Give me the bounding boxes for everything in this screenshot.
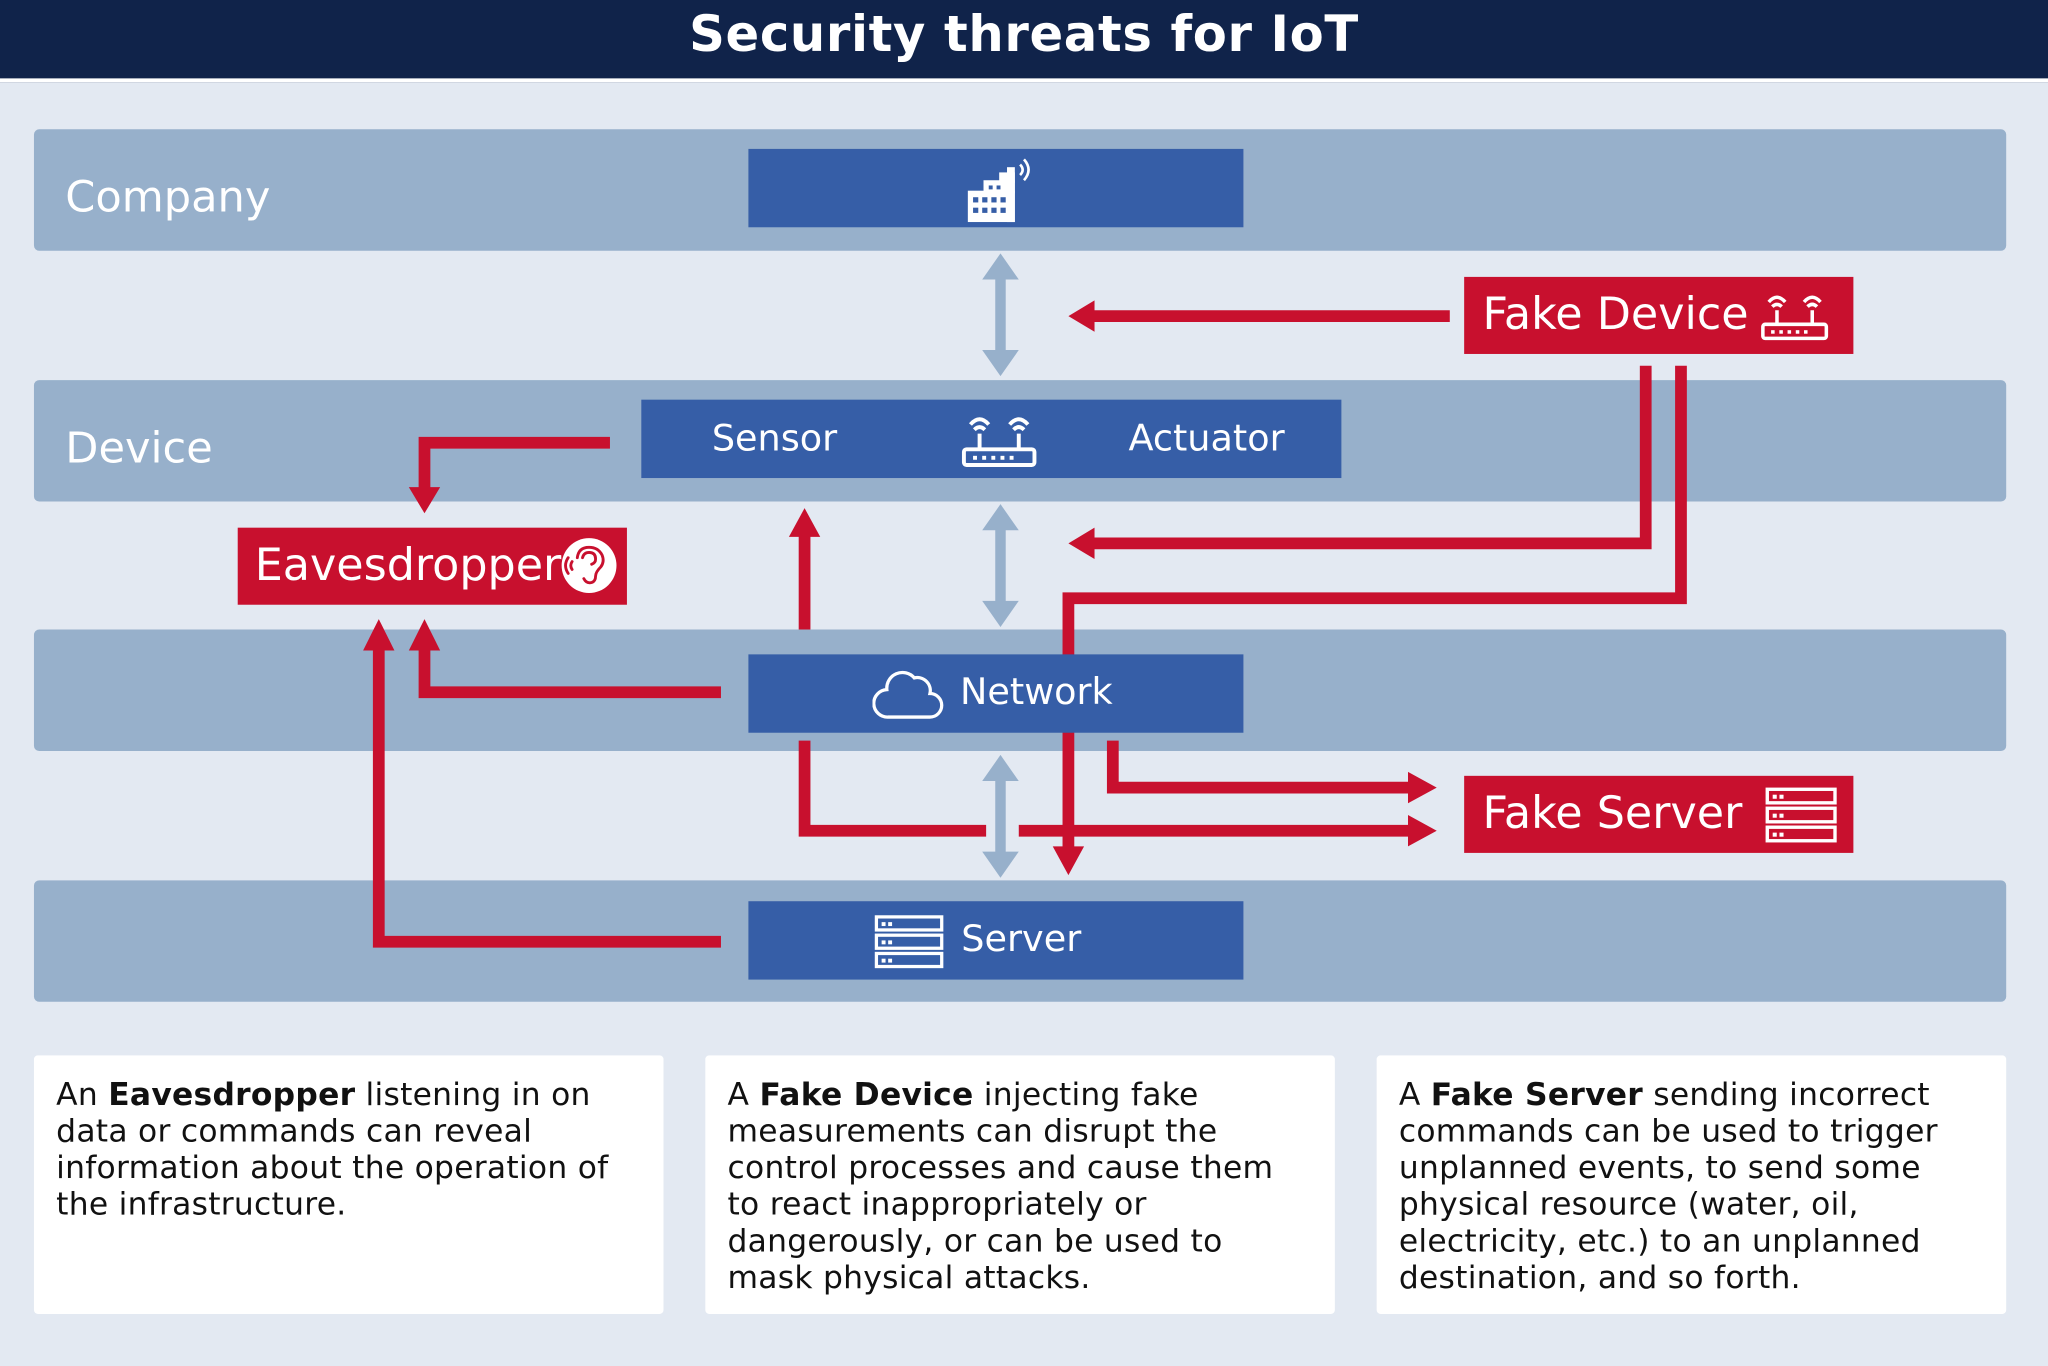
device-box: Sensor Actuator [641,399,1342,479]
fake-server-box: Fake Server [1464,775,1854,853]
cloud-icon [872,670,944,719]
server-box: Server [748,901,1244,980]
company-box [748,148,1244,228]
note-term: Fake Device [759,1076,974,1113]
fake-device-box: Fake Device [1464,276,1854,354]
eavesdropper-box: Eavesdropper [237,527,627,605]
server-icon [874,915,944,969]
note-term: Eavesdropper [108,1076,356,1113]
server-icon [1765,787,1837,843]
actuator-label: Actuator [1128,416,1285,460]
router-icon [961,417,1037,467]
server-label: Server [961,916,1082,960]
fake-server-label: Fake Server [1482,787,1743,840]
ear-icon [561,538,617,593]
note-text: A [727,1076,760,1113]
fake-device-note: A Fake Device injecting fake measurement… [705,1055,1335,1314]
network-label: Network [959,670,1113,714]
note-text: An [56,1076,109,1113]
network-box: Network [748,654,1244,733]
router-icon [1761,295,1829,341]
diagram: Security threats for IoT Company Device [0,0,2048,1366]
sensor-label: Sensor [711,416,838,460]
eavesdropper-label: Eavesdropper [254,539,562,592]
fake-device-label: Fake Device [1482,288,1749,341]
fake-server-note: A Fake Server sending incorrect commands… [1376,1055,2007,1314]
eavesdropper-note: An Eavesdropper listening in on data or … [33,1055,664,1314]
note-term: Fake Server [1430,1076,1644,1113]
factory-icon [967,158,1030,223]
note-text: A [1398,1076,1431,1113]
